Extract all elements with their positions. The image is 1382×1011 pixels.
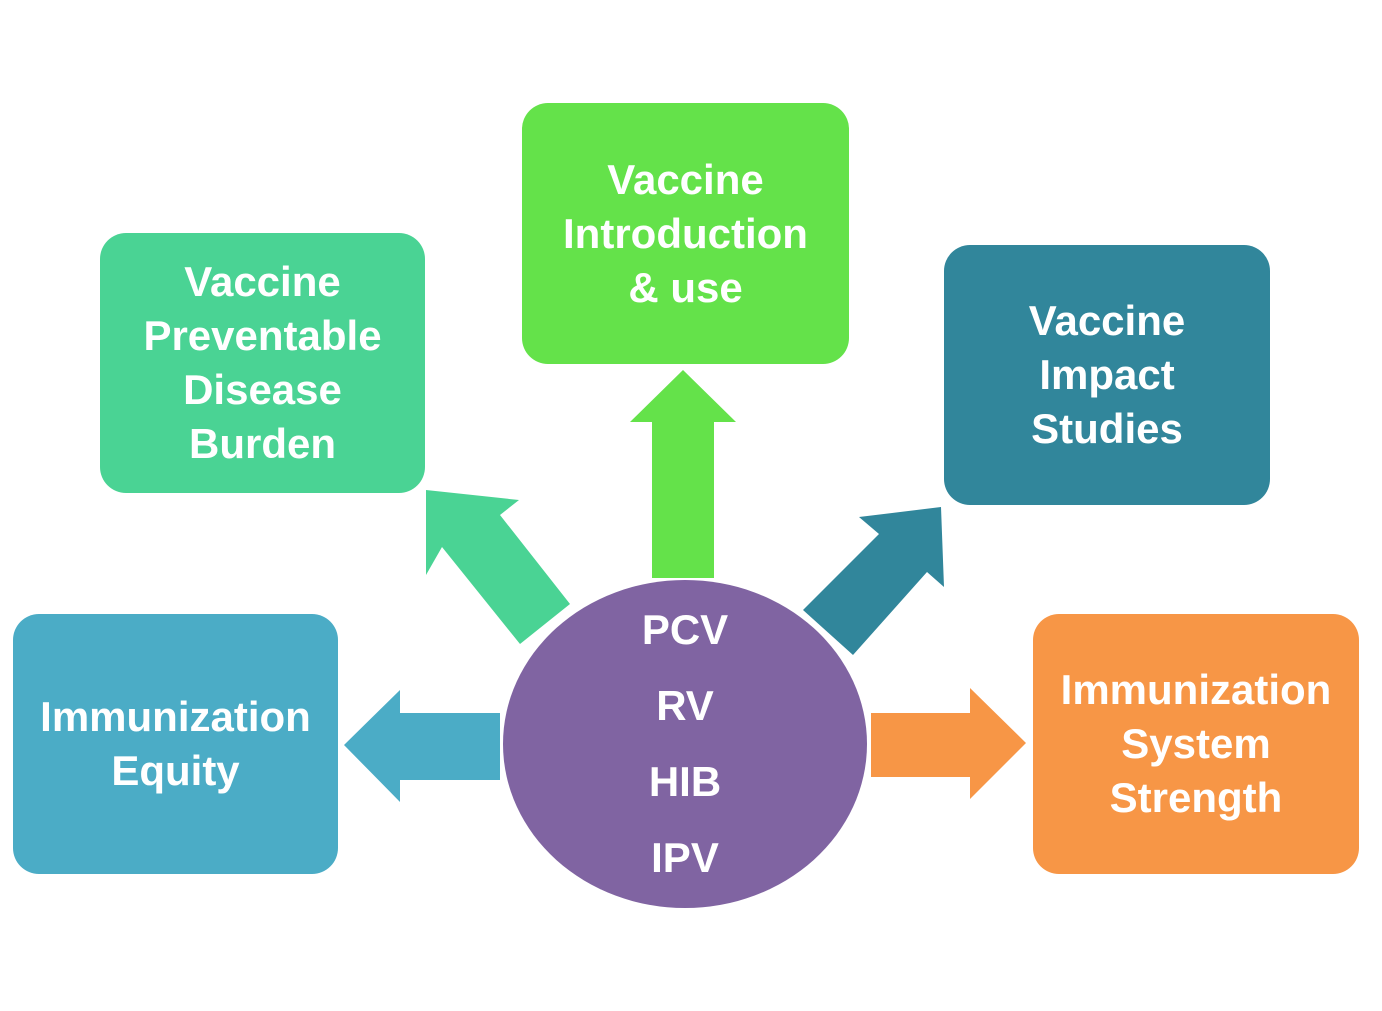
box-line: System [1121,720,1271,767]
box-line: Strength [1109,774,1283,821]
hub-item-ipv: IPV [651,834,719,881]
box-line: & use [628,263,743,311]
box-line: Vaccine [607,155,764,203]
box-line: Impact [1039,351,1175,398]
immunization-equity-box: Immunization Equity [13,614,338,874]
immunization-system-strength-box: Immunization System Strength [1033,614,1359,874]
vaccine-introduction-box: Vaccine Introduction & use [522,103,849,364]
arrow-to-impact [803,507,944,655]
arrow-to-burden [426,490,570,644]
hub-item-rv: RV [656,682,714,729]
box-line: Burden [189,420,336,467]
hub-item-hib: HIB [648,758,722,805]
box-line: Disease [183,366,342,413]
hub-item-pcv: PCV [641,606,729,653]
box-line: Preventable [143,312,382,359]
hub-and-spoke-diagram: Vaccine Preventable Disease Burden Vacci… [0,0,1382,1011]
box-line: Immunization [40,693,311,740]
box-line: Studies [1031,405,1183,452]
arrow-to-system [871,688,1026,799]
vaccine-impact-studies-box: Vaccine Impact Studies [944,245,1270,505]
box-line: Introduction [563,209,808,257]
vaccines-hub-circle: PCV RV HIB IPV [503,580,867,908]
arrow-to-introduction [630,370,736,578]
vaccine-preventable-disease-burden-box: Vaccine Preventable Disease Burden [100,233,425,493]
box-line: Vaccine [1028,297,1186,344]
box-line: Equity [111,747,240,794]
box-line: Vaccine [184,258,341,305]
box-line: Immunization [1060,666,1332,713]
arrow-to-equity [344,690,500,802]
